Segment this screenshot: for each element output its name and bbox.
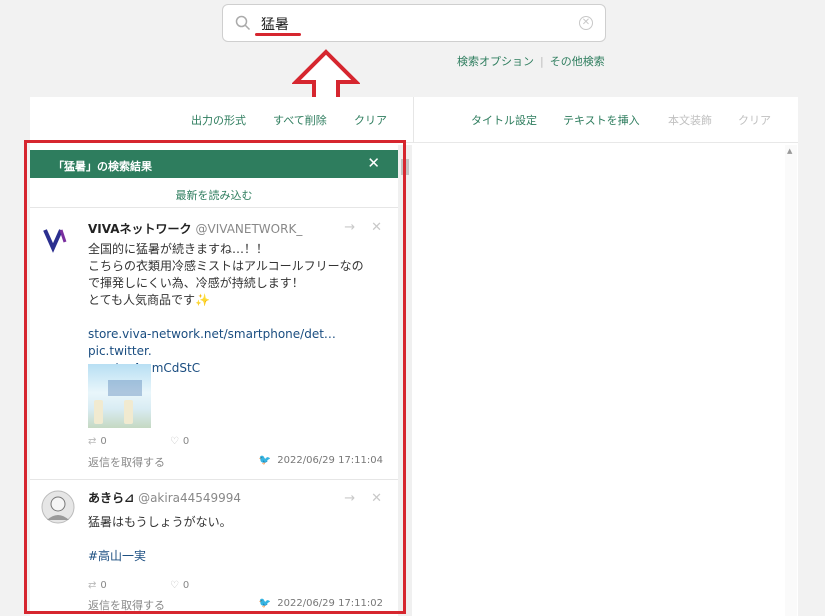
retweet-icon[interactable]: ⇄ [88, 436, 96, 447]
tweet-actions: → ✕ [328, 220, 382, 235]
retweet-icon[interactable]: ⇄ [88, 580, 96, 591]
tweet-line: 全国的に猛暑が続きますね…！！ [88, 242, 269, 256]
avatar [43, 229, 67, 253]
tweet-author: VIVAネットワーク @VIVANETWORK_ [88, 220, 302, 237]
tweet-url[interactable]: store.viva-network.net/smartphone/det… [88, 327, 336, 341]
like-count: 0 [182, 436, 190, 447]
tweet-body: 全国的に猛暑が続きますね…！！ こちらの衣類用冷感ミストはアルコールフリーなの … [88, 241, 388, 377]
query-underline-mark [255, 33, 301, 36]
tweet-counts: ⇄ 0 ♡ 0 [88, 580, 189, 591]
tweet-line: で揮発しにくい為、冷感が持続します！ [88, 276, 304, 290]
toolbar-divider [413, 97, 414, 143]
tweet-item: VIVAネットワーク @VIVANETWORK_ → ✕ 全国的に猛暑が続きますね…… [30, 208, 398, 480]
insert-arrow-icon[interactable]: → [344, 220, 355, 235]
get-replies-link[interactable]: 返信を取得する [88, 454, 165, 470]
toolbar: 出力の形式 すべて削除 クリア タイトル設定 テキストを挿入 本文装飾 クリア [30, 97, 798, 143]
hashtag-link[interactable]: #高山一実 [88, 548, 388, 565]
tweet-time: 🐦 2022/06/29 17:11:04 [259, 455, 383, 466]
retweet-count: 0 [100, 436, 107, 447]
tweet-link-line: store.viva-network.net/smartphone/det… p… [88, 326, 388, 360]
search-links: 検索オプション | その他検索 [457, 55, 605, 68]
editor-scrollbar[interactable]: ▲ [785, 145, 797, 616]
author-name: あきら⊿ [88, 491, 135, 505]
title-setting-button[interactable]: タイトル設定 [471, 112, 537, 128]
results-title: 「猛暑」の検索結果 [53, 160, 152, 173]
text-decoration-button[interactable]: 本文装飾 [668, 112, 712, 128]
tweet-counts: ⇄ 0 ♡ 0 [88, 436, 189, 447]
tweet-line: こちらの衣類用冷感ミストはアルコールフリーなの [88, 259, 364, 273]
tweet-body: 猛暑はもうしょうがない。 #高山一実 [88, 514, 388, 565]
dismiss-icon[interactable]: ✕ [371, 220, 382, 235]
tweet-text: 猛暑はもうしょうがない。 [88, 515, 232, 529]
delete-all-button[interactable]: すべて削除 [273, 112, 327, 128]
clear-search-icon[interactable]: ✕ [579, 16, 593, 30]
like-count: 0 [182, 580, 190, 591]
tweet-item: あきら⊿ @akira44549994 → ✕ 猛暑はもうしょうがない。 #高山一実… [30, 480, 398, 616]
dismiss-icon[interactable]: ✕ [371, 491, 382, 506]
tweet-actions: → ✕ [328, 491, 382, 506]
timestamp: 2022/06/29 17:11:04 [277, 455, 383, 466]
insert-arrow-icon[interactable]: → [344, 491, 355, 506]
clear-left-button[interactable]: クリア [354, 112, 387, 128]
insert-text-button[interactable]: テキストを挿入 [563, 112, 640, 128]
scroll-up-icon[interactable]: ▲ [787, 147, 792, 155]
output-format-button[interactable]: 出力の形式 [191, 112, 246, 128]
retweet-count: 0 [100, 580, 107, 591]
tweet-thumbnail[interactable] [88, 364, 151, 428]
close-icon[interactable]: ✕ [367, 154, 380, 172]
heart-icon[interactable]: ♡ [170, 436, 179, 447]
search-results-panel: 「猛暑」の検索結果 ✕ 最新を読み込む VIVAネットワーク @VIVANETWO… [30, 145, 398, 616]
scrollbar-thumb[interactable] [401, 159, 409, 175]
search-box[interactable]: 猛暑 ✕ [222, 4, 606, 42]
tweet-author: あきら⊿ @akira44549994 [88, 489, 241, 506]
author-handle: @VIVANETWORK_ [195, 222, 303, 236]
timestamp: 2022/06/29 17:11:02 [277, 598, 383, 609]
search-input[interactable]: 猛暑 [261, 14, 289, 34]
reload-button[interactable]: 最新を読み込む [30, 178, 398, 208]
clear-right-button[interactable]: クリア [738, 112, 771, 128]
tweet-time: 🐦 2022/06/29 17:11:02 [259, 598, 383, 609]
heart-icon[interactable]: ♡ [170, 580, 179, 591]
twitter-bird-icon: 🐦 [258, 455, 272, 466]
search-options-link[interactable]: 検索オプション [457, 55, 534, 68]
get-replies-link[interactable]: 返信を取得する [88, 597, 165, 613]
tweet-line: とても人気商品です✨ [88, 293, 210, 307]
results-header: 「猛暑」の検索結果 ✕ [30, 150, 398, 178]
search-icon [235, 15, 251, 31]
twitter-bird-icon: 🐦 [258, 598, 272, 609]
pic-link[interactable]: pic.twitter. [88, 344, 152, 358]
results-scrollbar[interactable] [398, 145, 412, 616]
other-search-link[interactable]: その他検索 [550, 55, 605, 68]
author-name: VIVAネットワーク [88, 222, 192, 236]
avatar [41, 490, 75, 524]
author-handle: @akira44549994 [138, 491, 242, 505]
